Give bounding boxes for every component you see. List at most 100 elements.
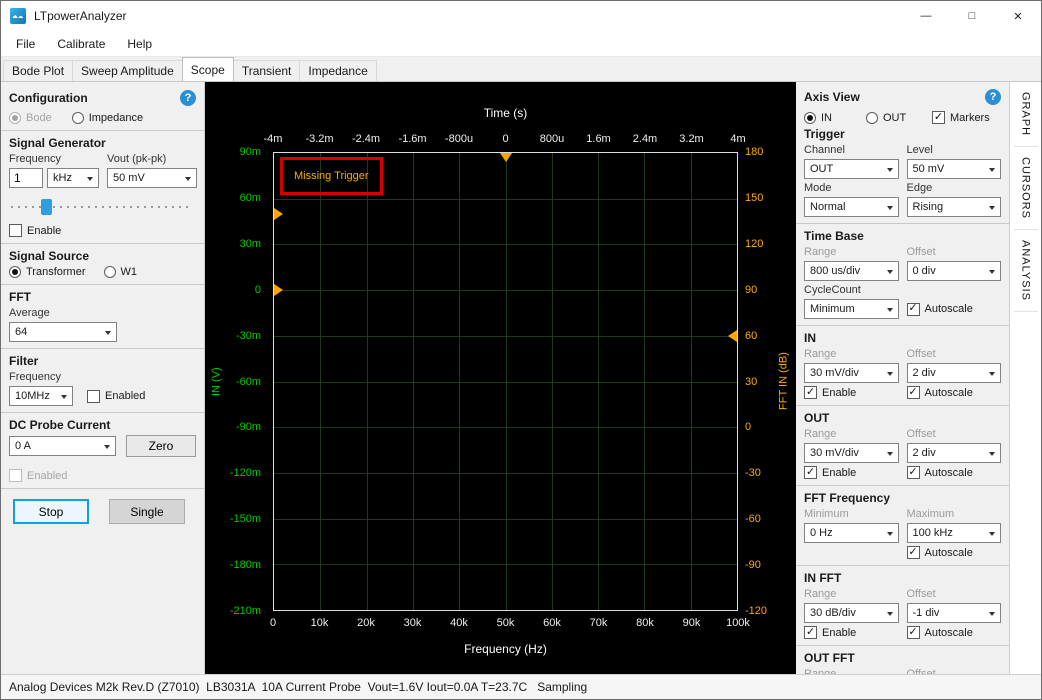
missing-trigger-warning: Missing Trigger [280,157,383,195]
menu-bar: File Calibrate Help [1,31,1041,57]
tick-label: 30k [404,617,422,629]
out-range-select[interactable]: 30 mV/div [804,443,899,463]
out-offset-select[interactable]: 2 div [907,443,1002,463]
out-autoscale-checkbox[interactable]: Autoscale [907,466,1002,479]
trigger-mode-select[interactable]: Normal [804,197,899,217]
side-tab-cursors[interactable]: CURSORS [1014,147,1038,230]
tick-label: 2.4m [633,133,657,145]
frequency-unit-select[interactable]: kHz [47,168,99,188]
tick-label: -150m [230,513,261,525]
timebase-autoscale-checkbox[interactable]: Autoscale [907,303,1002,316]
chevron-down-icon [989,532,995,536]
filter-header: Filter [9,354,196,368]
trigger-level-marker[interactable] [274,208,283,220]
amplitude-slider[interactable] [11,197,189,217]
in-offset-marker[interactable] [274,284,283,296]
in-enable-checkbox[interactable]: Enable [804,386,899,399]
in-fft-enable-checkbox[interactable]: Enable [804,626,899,639]
signal-generator-enable-checkbox[interactable]: Enable [9,224,196,237]
tick-label: 90 [745,284,757,296]
tab-scope[interactable]: Scope [182,57,234,81]
out-enable-checkbox[interactable]: Enable [804,466,899,479]
in-section-header: IN [804,331,1001,345]
filter-enabled-checkbox[interactable]: Enabled [87,390,145,403]
side-tab-graph[interactable]: GRAPH [1014,82,1038,147]
trigger-channel-select[interactable]: OUT [804,159,899,179]
dc-probe-current-select[interactable]: 0 A [9,436,116,456]
in-autoscale-checkbox[interactable]: Autoscale [907,386,1002,399]
tick-label: -2.4m [352,133,380,145]
in-fft-offset-select[interactable]: -1 div [907,603,1002,623]
in-range-select[interactable]: 30 mV/div [804,363,899,383]
slider-thumb[interactable] [41,199,52,215]
stop-button[interactable]: Stop [13,499,89,524]
vout-label: Vout (pk-pk) [107,153,197,165]
chevron-down-icon [989,612,995,616]
axis-out-radio[interactable]: OUT [866,112,928,124]
tab-bode-plot[interactable]: Bode Plot [3,60,73,81]
tick-label: 30m [240,238,261,250]
trigger-edge-select[interactable]: Rising [907,197,1002,217]
help-icon-axis-view[interactable]: ? [985,89,1001,105]
transformer-radio[interactable]: Transformer [9,266,86,278]
time-base-header: Time Base [804,229,1001,243]
timebase-offset-select[interactable]: 0 div [907,261,1002,281]
minimize-button[interactable]: — [903,1,949,31]
tab-transient[interactable]: Transient [233,60,301,81]
grid-line [644,153,645,610]
tick-label: 30 [745,376,757,388]
in-fft-autoscale-checkbox[interactable]: Autoscale [907,626,1002,639]
markers-checkbox[interactable]: Markers [932,111,990,124]
in-offset-select[interactable]: 2 div [907,363,1002,383]
checkbox-box [804,466,817,479]
close-button[interactable]: ✕ [995,1,1041,31]
radio-dot [9,266,21,278]
tick-label: 100k [726,617,750,629]
fft-frequency-autoscale-checkbox[interactable]: Autoscale [907,546,1002,559]
grid-line [274,519,737,520]
chevron-down-icon [989,270,995,274]
cyclecount-select[interactable]: Minimum [804,299,899,319]
filter-frequency-select[interactable]: 10MHz [9,386,73,406]
tab-bar: Bode Plot Sweep Amplitude Scope Transien… [1,57,1041,81]
w1-radio[interactable]: W1 [104,266,138,278]
tab-sweep-amplitude[interactable]: Sweep Amplitude [72,60,183,81]
freq-axis-ticks: 010k20k30k40k50k60k70k80k90k100k [273,617,738,630]
tick-label: -1.6m [398,133,426,145]
side-tab-analysis[interactable]: ANALYSIS [1014,230,1038,312]
menu-calibrate[interactable]: Calibrate [46,31,116,56]
impedance-radio[interactable]: Impedance [72,112,143,124]
dc-probe-enabled-checkbox: Enabled [9,469,196,482]
help-icon-configuration[interactable]: ? [180,90,196,106]
maximize-button[interactable]: □ [949,1,995,31]
radio-dot [72,112,84,124]
time-zero-marker[interactable] [500,153,512,162]
tick-label: -30 [745,467,761,479]
grid-line [274,382,737,383]
fft-frequency-minimum-select[interactable]: 0 Hz [804,523,899,543]
in-axis-title: IN (V) [209,152,224,611]
frequency-input[interactable] [9,168,43,188]
chevron-down-icon [887,372,893,376]
axis-in-radio[interactable]: IN [804,112,862,124]
fft-average-select[interactable]: 64 [9,322,117,342]
in-fft-range-select[interactable]: 30 dB/div [804,603,899,623]
menu-file[interactable]: File [5,31,46,56]
status-text: Analog Devices M2k Rev.D (Z7010) LB3031A… [9,680,587,694]
divider [1,488,204,489]
menu-help[interactable]: Help [116,31,163,56]
single-button[interactable]: Single [109,499,185,524]
fft-offset-marker[interactable] [728,330,737,342]
radio-dot [9,112,21,124]
divider [1,284,204,285]
trigger-level-select[interactable]: 50 mV [907,159,1002,179]
chevron-down-icon [185,177,191,181]
tab-impedance[interactable]: Impedance [299,60,376,81]
timebase-range-select[interactable]: 800 us/div [804,261,899,281]
chevron-down-icon [104,445,110,449]
vout-select[interactable]: 50 mV [107,168,197,188]
zero-button[interactable]: Zero [126,435,196,457]
tick-label: 180 [745,146,763,158]
fft-frequency-maximum-select[interactable]: 100 kHz [907,523,1002,543]
graph-area[interactable]: Missing Trigger [273,152,738,611]
